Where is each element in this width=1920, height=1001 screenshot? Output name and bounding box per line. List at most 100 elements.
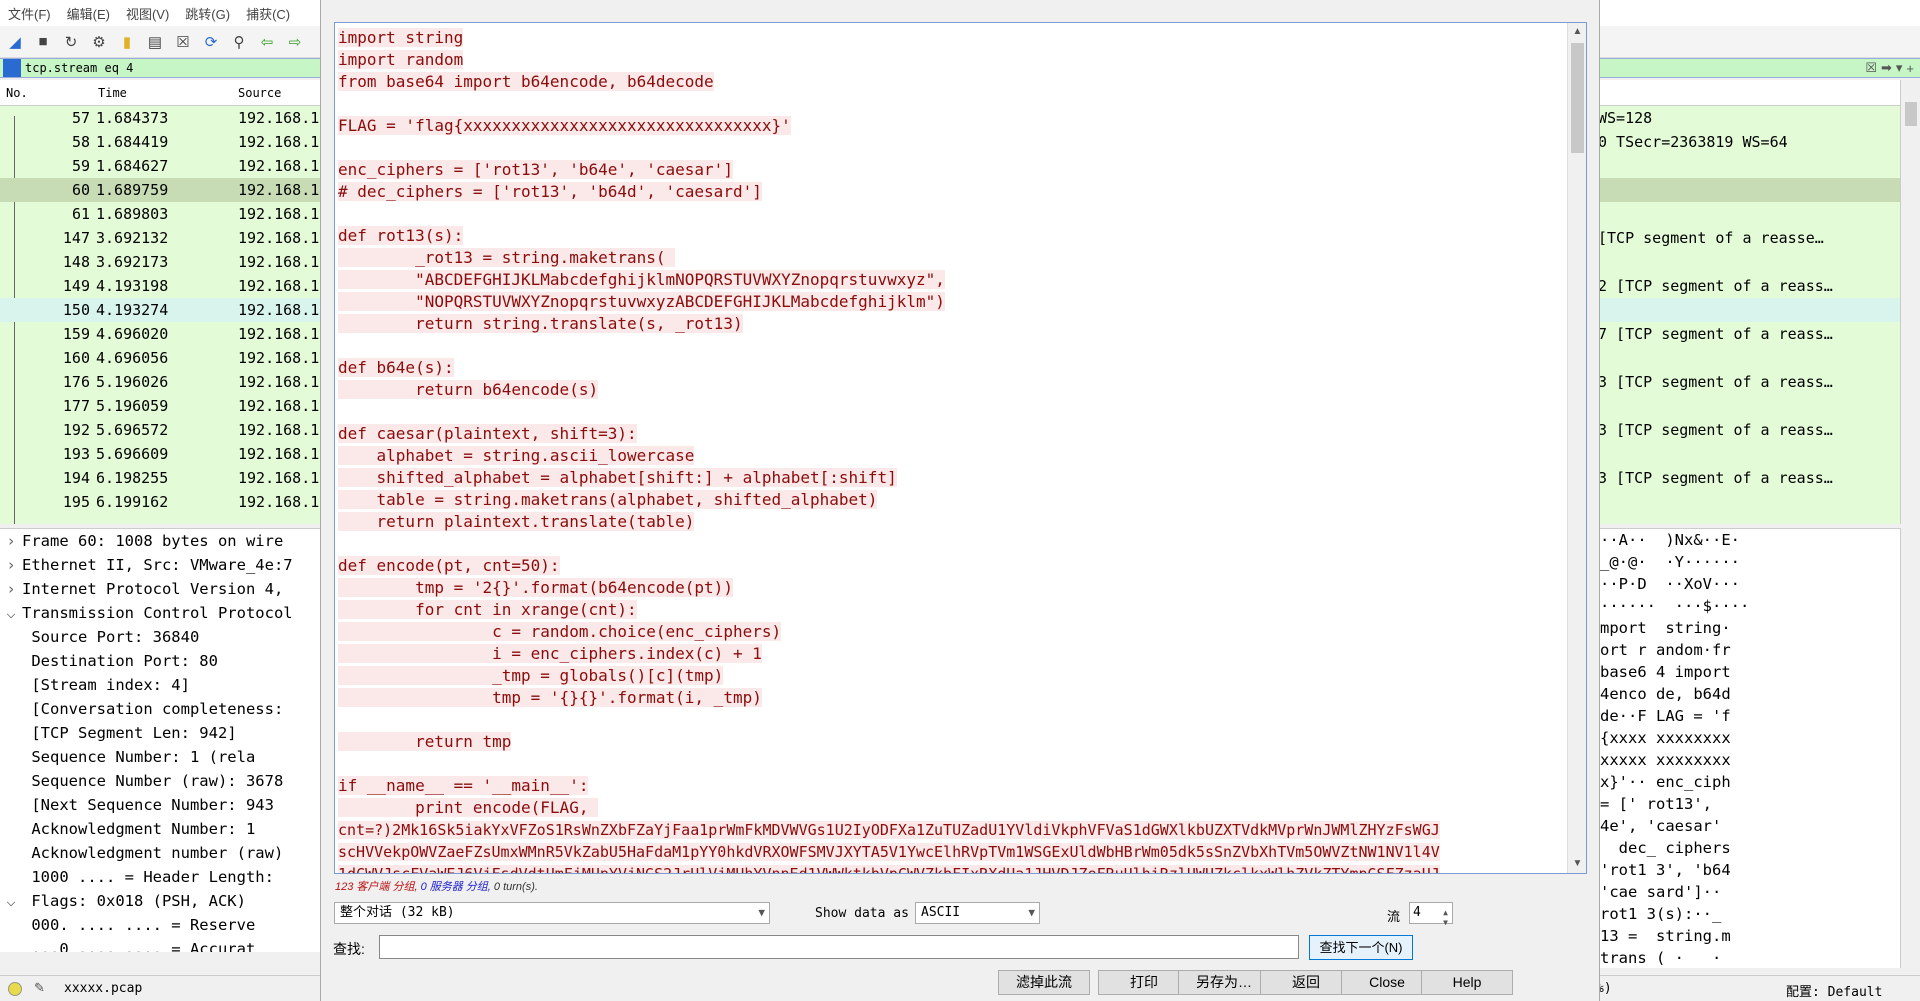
bytes-ascii-row: ······ ···$···· (1600, 597, 1750, 615)
forward-arrow-icon[interactable]: ⇨ (284, 31, 306, 53)
chevron-down-icon[interactable]: ⌵ (0, 889, 22, 913)
stop-icon[interactable]: ■ (32, 31, 54, 53)
filter-dropdown-icon[interactable]: ▾ (1896, 60, 1903, 76)
scrollbar-thumb[interactable] (1571, 43, 1584, 153)
packet-src: 192.168.1 (238, 301, 320, 319)
column-no[interactable]: No. (6, 86, 28, 100)
packet-list-scrollbar[interactable] (1900, 80, 1920, 524)
find-input[interactable] (379, 935, 1299, 959)
reload-icon[interactable]: ⟳ (200, 31, 222, 53)
options-gear-icon[interactable]: ⚙ (88, 31, 110, 53)
add-filter-icon[interactable]: + (1906, 61, 1914, 76)
detail-row[interactable]: [Conversation completeness: (0, 697, 330, 721)
chevron-right-icon[interactable]: › (0, 553, 22, 577)
help-button[interactable]: Help (1421, 970, 1513, 995)
column-source[interactable]: Source (238, 86, 281, 100)
bytes-ascii-row: = [' rot13', (1600, 795, 1712, 813)
stream-line (338, 401, 1563, 423)
detail-row[interactable]: [Stream index: 4] (0, 673, 330, 697)
detail-row[interactable]: 1000 .... = Header Length: (0, 865, 330, 889)
packet-info: 3 [TCP segment of a reass… (1598, 421, 1833, 439)
detail-row[interactable]: 000. .... .... = Reserve (0, 913, 330, 937)
stream-line (338, 137, 1563, 159)
save-file-icon[interactable]: ▤ (144, 31, 166, 53)
edit-comment-icon[interactable]: ✎ (34, 980, 45, 996)
menu-view[interactable]: 视图(V) (126, 4, 169, 23)
detail-row[interactable]: Source Port: 36840 (0, 625, 330, 649)
clear-filter-icon[interactable]: ☒ (1865, 60, 1877, 76)
restart-icon[interactable]: ↻ (60, 31, 82, 53)
stream-line-text: 1dCWVJscFVaWEJ6VjFsdVdtUmFjMUpYVjNGS2JrU… (338, 865, 1440, 873)
close-button[interactable]: Close (1341, 970, 1433, 995)
conversation-select-value: 整个对话 (32 kB) (340, 905, 455, 920)
bookmark-icon[interactable] (3, 59, 21, 77)
details-horizontal-scrollbar[interactable] (0, 952, 320, 968)
packet-no: 61 (71, 205, 90, 223)
find-label: 查找: (333, 941, 365, 957)
stream-line-text: import random (338, 50, 464, 69)
scroll-up-icon[interactable]: ▲ (1568, 23, 1586, 41)
profile-label[interactable]: 配置: Default (1786, 981, 1882, 1000)
save-as-button[interactable]: 另存为… (1178, 970, 1270, 995)
detail-row[interactable]: Acknowledgment Number: 1 (0, 817, 330, 841)
display-filter-input[interactable]: tcp.stream eq 4 (25, 61, 133, 75)
shark-fin-icon[interactable]: ◢ (4, 31, 26, 53)
menu-edit[interactable]: 编辑(E) (67, 4, 110, 23)
show-data-as-select[interactable]: ASCII ▼ (915, 902, 1040, 924)
stream-line: alphabet = string.ascii_lowercase (338, 445, 1563, 467)
show-data-label: Show data as (815, 906, 909, 921)
detail-row[interactable]: Acknowledgment number (raw) (0, 841, 330, 865)
stream-number-spinbox[interactable]: 4 ▲ ▼ (1409, 902, 1453, 927)
turns-stat: 0 turn(s). (493, 881, 538, 893)
back-arrow-icon[interactable]: ⇦ (256, 31, 278, 53)
menu-go[interactable]: 跳转(G) (185, 4, 230, 23)
menu-capture[interactable]: 捕获(C) (246, 4, 290, 23)
stream-line: import random (338, 49, 1563, 71)
detail-row[interactable]: Destination Port: 80 (0, 649, 330, 673)
stream-content-textarea[interactable]: import string import random from base64 im… (334, 22, 1587, 874)
capture-status-icon[interactable] (8, 982, 22, 996)
detail-row[interactable]: › Internet Protocol Version 4, (0, 577, 330, 601)
print-button[interactable]: 打印 (1098, 970, 1190, 995)
chevron-right-icon[interactable]: › (0, 577, 22, 601)
open-file-icon[interactable]: ▮ (116, 31, 138, 53)
spin-down-icon[interactable]: ▼ (1440, 913, 1451, 933)
conversation-select[interactable]: 整个对话 (32 kB) ▼ (334, 902, 770, 924)
packet-src: 192.168.1 (238, 205, 320, 223)
detail-text: Flags: 0x018 (PSH, ACK) (22, 892, 246, 910)
detail-row[interactable]: Sequence Number: 1 (rela (0, 745, 330, 769)
scroll-down-icon[interactable]: ▼ (1568, 855, 1586, 873)
packet-time: 4.696020 (96, 325, 169, 343)
detail-row[interactable]: Sequence Number (raw): 3678 (0, 769, 330, 793)
apply-filter-icon[interactable]: ➡ (1881, 60, 1892, 76)
stream-line: c = random.choice(enc_ciphers) (338, 621, 1563, 643)
bytes-ascii-row: 4enco de, b64d (1600, 685, 1731, 703)
bytes-ascii-row: dec_ ciphers (1600, 839, 1731, 857)
find-next-button[interactable]: 查找下一个(N) (1309, 935, 1413, 960)
close-file-icon[interactable]: ☒ (172, 31, 194, 53)
filter-out-stream-button[interactable]: 滤掉此流 (998, 970, 1090, 995)
packet-time: 3.692173 (96, 253, 169, 271)
detail-row[interactable]: ⌵ Transmission Control Protocol (0, 601, 330, 625)
column-time[interactable]: Time (98, 86, 127, 100)
detail-row[interactable]: › Ethernet II, Src: VMware_4e:7 (0, 553, 330, 577)
chevron-down-icon[interactable]: ⌵ (0, 601, 22, 625)
detail-row[interactable]: [Next Sequence Number: 943 (0, 793, 330, 817)
stream-content-scrollbar[interactable]: ▲ ▼ (1567, 23, 1586, 873)
chevron-right-icon[interactable]: › (0, 529, 22, 553)
detail-text: Sequence Number: 1 (rela (22, 748, 256, 766)
packet-src: 192.168.1 (238, 109, 320, 127)
detail-row[interactable]: ⌵ Flags: 0x018 (PSH, ACK) (0, 889, 330, 913)
detail-text: 1000 .... = Header Length: (22, 868, 274, 886)
menu-file[interactable]: 文件(F) (8, 4, 51, 23)
back-button[interactable]: 返回 (1260, 970, 1352, 995)
packet-info: WS=128 (1598, 109, 1653, 127)
stream-line-text: i = enc_ciphers.index(c) + 1 (338, 644, 762, 663)
stream-line-text: def b64e(s): (338, 358, 454, 377)
scrollbar-thumb[interactable] (1905, 102, 1917, 126)
detail-row[interactable]: › Frame 60: 1008 bytes on wire (0, 529, 330, 553)
bytes-pane-scrollbar[interactable] (1900, 528, 1920, 968)
packet-src: 192.168.1 (238, 253, 320, 271)
search-icon[interactable]: ⚲ (228, 31, 250, 53)
detail-row[interactable]: [TCP Segment Len: 942] (0, 721, 330, 745)
